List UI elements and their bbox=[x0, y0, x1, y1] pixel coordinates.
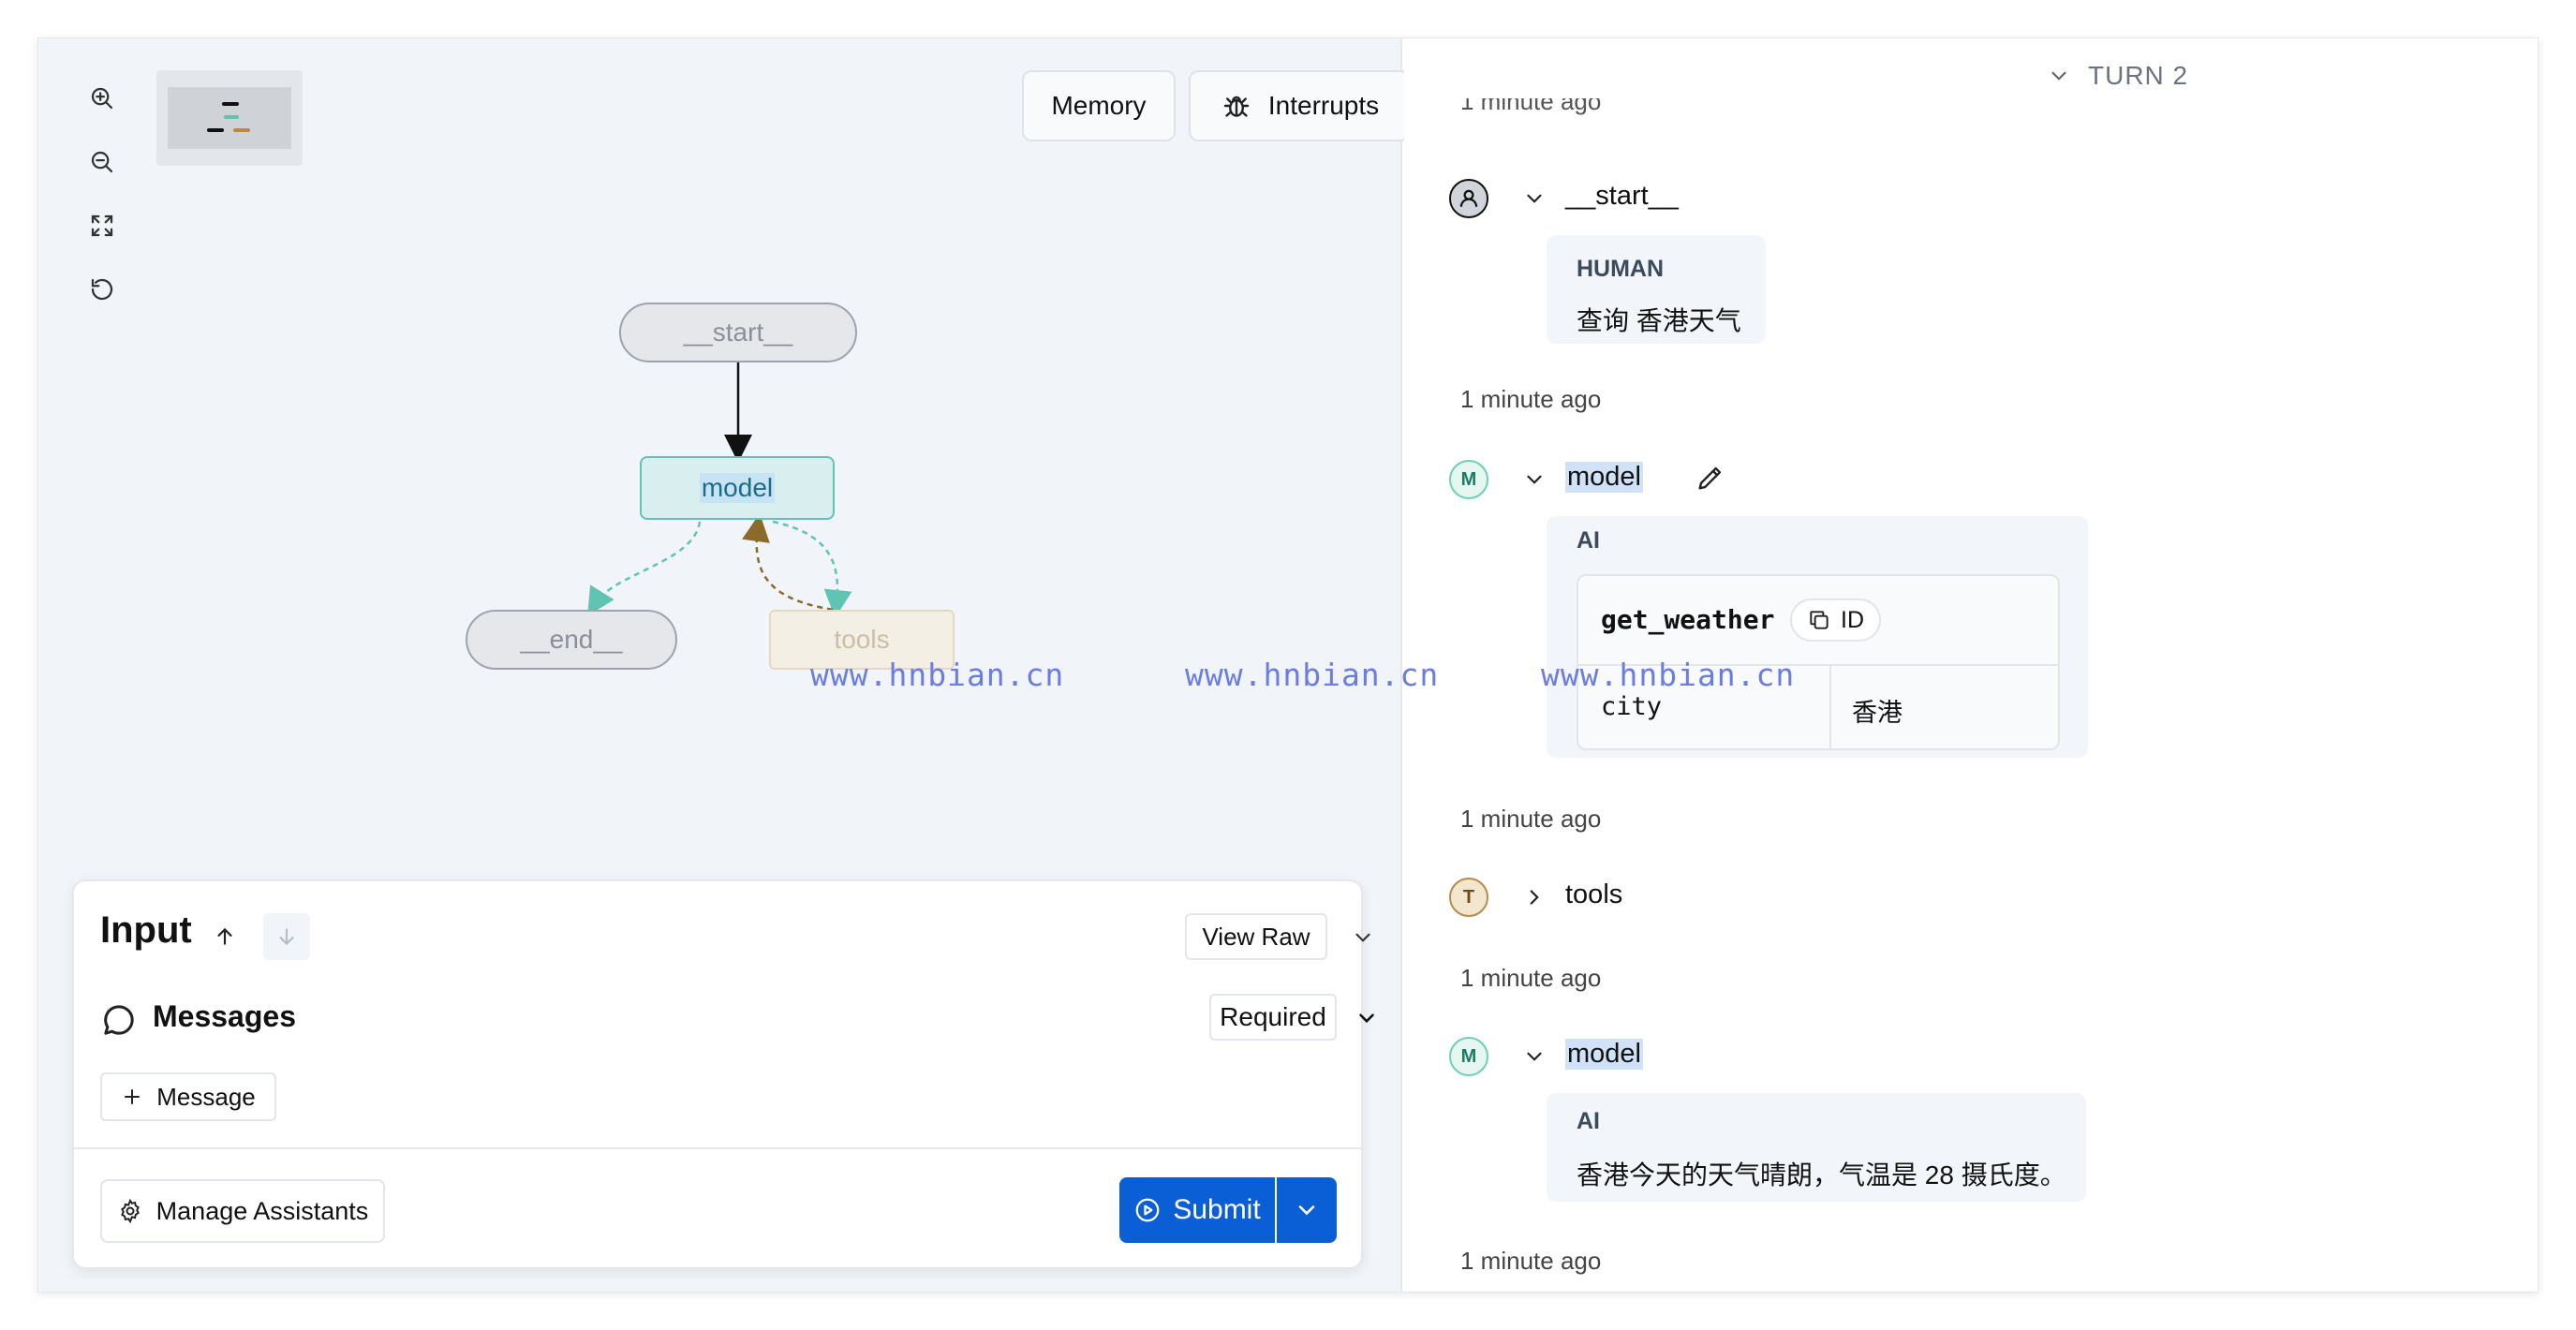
view-raw-label: View Raw bbox=[1202, 922, 1310, 951]
step-name[interactable]: __start__ bbox=[1565, 181, 1679, 212]
tool-arg-key: city bbox=[1601, 692, 1663, 721]
chevron-right-icon bbox=[1530, 890, 1539, 905]
input-title: Input bbox=[100, 909, 192, 951]
message-bubble-icon bbox=[104, 1005, 134, 1035]
scroll-down-button[interactable] bbox=[263, 913, 310, 960]
view-raw-button[interactable]: View Raw bbox=[1185, 913, 1327, 960]
chevron-down-icon bbox=[1527, 194, 1542, 203]
partial-timestamp: 1 minute ago bbox=[1460, 98, 1602, 115]
input-panel: Input View Raw Messages Required Message bbox=[72, 879, 1374, 1269]
chevron-down-icon bbox=[1359, 1013, 1374, 1024]
copy-id-button[interactable]: ID bbox=[1790, 598, 1881, 642]
tool-call-header: get_weather ID bbox=[1578, 576, 2058, 666]
avatar-model: M bbox=[1449, 460, 1488, 499]
turn-label: TURN 2 bbox=[2088, 61, 2189, 90]
watermark: www.hnbian.cn bbox=[810, 657, 1065, 693]
step-toggle-start[interactable] bbox=[1520, 185, 1548, 213]
chevron-down-icon bbox=[1527, 1052, 1542, 1061]
step-name[interactable]: model bbox=[1565, 462, 1643, 493]
input-divider bbox=[74, 1147, 1361, 1149]
messages-collapse-button[interactable] bbox=[1348, 999, 1385, 1037]
step-name[interactable]: tools bbox=[1565, 879, 1622, 910]
add-message-button[interactable]: Message bbox=[100, 1072, 276, 1121]
edge-tools-model bbox=[742, 513, 834, 612]
step-toggle-model[interactable] bbox=[1520, 1042, 1548, 1071]
message-role: HUMAN bbox=[1577, 256, 1665, 282]
copy-id-label: ID bbox=[1841, 606, 1864, 633]
plus-icon bbox=[125, 1089, 141, 1104]
play-circle-icon bbox=[1135, 1198, 1160, 1222]
step-toggle-model[interactable] bbox=[1520, 466, 1548, 494]
user-icon bbox=[1459, 189, 1478, 207]
manage-assistants-button[interactable]: Manage Assistants bbox=[100, 1179, 385, 1243]
node-model-label: model bbox=[699, 473, 776, 503]
message-role: AI bbox=[1577, 1108, 1600, 1134]
avatar-human bbox=[1449, 179, 1488, 218]
message-role: AI bbox=[1577, 527, 1600, 554]
avatar-model: M bbox=[1449, 1037, 1488, 1076]
tool-arg-value: 香港 bbox=[1852, 699, 1902, 727]
required-label: Required bbox=[1220, 1002, 1326, 1031]
add-message-label: Message bbox=[156, 1082, 256, 1111]
node-tools-label: tools bbox=[834, 625, 890, 654]
step-timestamp: 1 minute ago bbox=[1460, 964, 1602, 992]
submit-options-button[interactable] bbox=[1277, 1177, 1337, 1243]
node-model[interactable]: model bbox=[640, 456, 835, 520]
manage-assistants-label: Manage Assistants bbox=[155, 1196, 369, 1225]
message-bubble: AI 香港今天的天气晴朗，气温是 28 摄氏度。 bbox=[1547, 1093, 2086, 1202]
step-timestamp: 1 minute ago bbox=[1460, 1247, 1602, 1275]
scroll-up-button[interactable] bbox=[201, 913, 248, 960]
copy-icon bbox=[1810, 611, 1828, 629]
turn-header[interactable]: TURN 2 bbox=[2047, 61, 2188, 91]
chevron-down-icon bbox=[1298, 1205, 1315, 1216]
arrow-up-icon bbox=[217, 927, 232, 945]
message-bubble: HUMAN 查询 香港天气 bbox=[1547, 235, 1766, 344]
chevron-down-icon bbox=[1355, 933, 1370, 942]
input-collapse-button[interactable] bbox=[1344, 919, 1382, 956]
edge-model-tools bbox=[772, 520, 852, 618]
chevron-down-icon bbox=[1527, 475, 1542, 484]
submit-button[interactable]: Submit bbox=[1119, 1177, 1275, 1243]
step-timestamp: 1 minute ago bbox=[1460, 805, 1602, 833]
tool-call-name: get_weather bbox=[1601, 604, 1775, 635]
step-timestamp: 1 minute ago bbox=[1460, 385, 1602, 413]
chevron-down-icon bbox=[2051, 71, 2066, 81]
watermark: www.hnbian.cn bbox=[1185, 657, 1440, 693]
watermark: www.hnbian.cn bbox=[1541, 657, 1796, 693]
message-content: 香港今天的天气晴朗，气温是 28 摄氏度。 bbox=[1577, 1160, 2066, 1190]
app-window: Memory Interrupts __start__ model __end_… bbox=[37, 37, 2539, 1293]
node-end-label: __end__ bbox=[520, 625, 623, 654]
step-name[interactable]: model bbox=[1565, 1039, 1643, 1070]
message-bubble: AI get_weather ID city 香港 bbox=[1547, 516, 2088, 758]
node-start-label: __start__ bbox=[683, 318, 793, 347]
edge-model-end bbox=[587, 521, 702, 616]
arrow-down-icon bbox=[279, 928, 294, 946]
step-toggle-tools[interactable] bbox=[1520, 883, 1548, 911]
tool-arg-divider bbox=[1829, 666, 1831, 748]
submit-label: Submit bbox=[1173, 1194, 1261, 1225]
pencil-icon[interactable] bbox=[1695, 462, 1726, 494]
required-badge: Required bbox=[1209, 994, 1337, 1041]
node-start[interactable]: __start__ bbox=[619, 303, 857, 362]
gear-icon bbox=[120, 1198, 140, 1224]
message-content: 查询 香港天气 bbox=[1577, 306, 1741, 335]
node-end[interactable]: __end__ bbox=[466, 610, 677, 670]
avatar-tools: T bbox=[1449, 878, 1488, 917]
messages-label: Messages bbox=[153, 999, 296, 1033]
